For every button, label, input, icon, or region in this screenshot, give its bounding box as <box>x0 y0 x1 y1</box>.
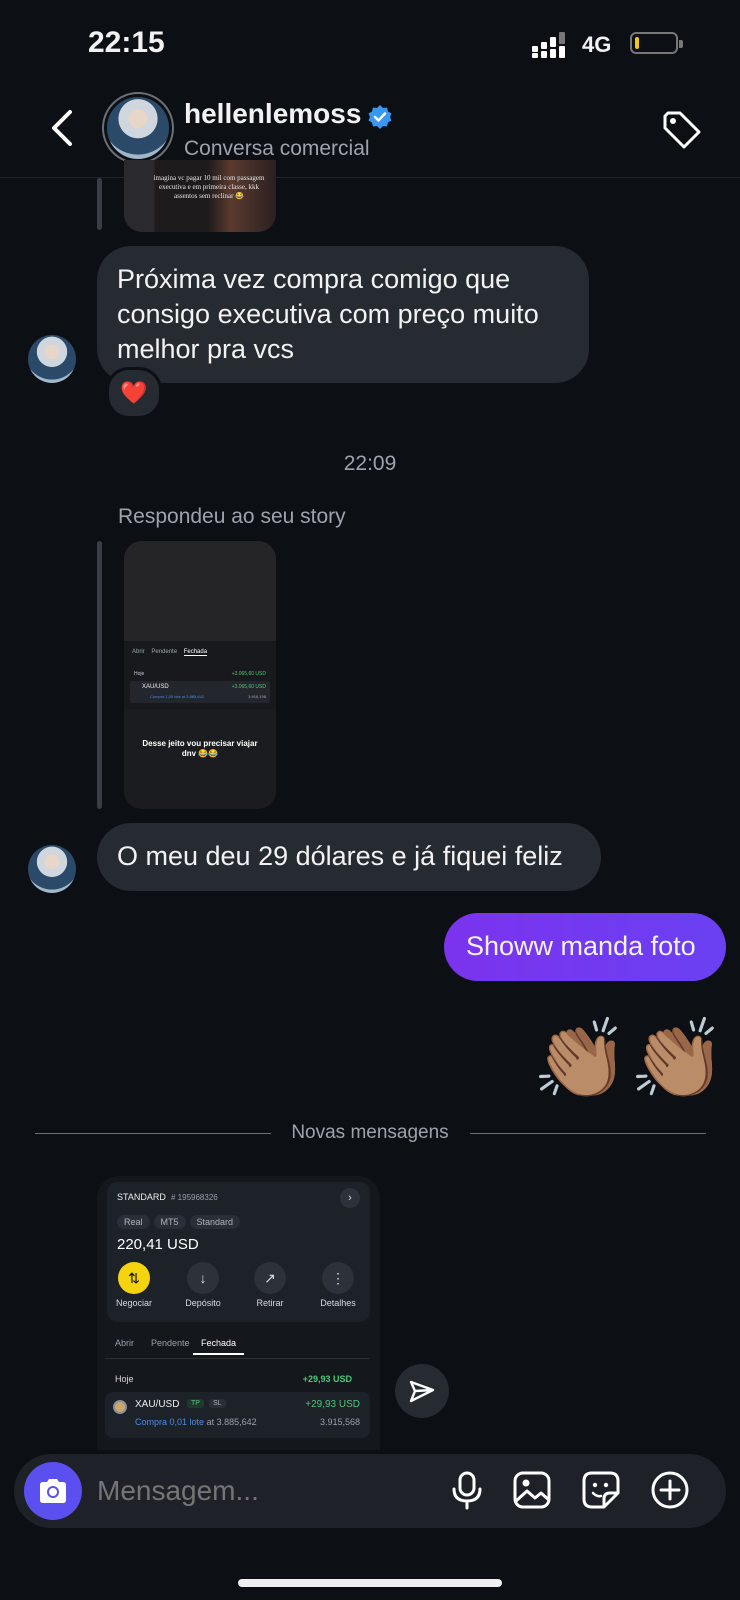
camera-button[interactable] <box>24 1462 82 1520</box>
story-caption-top: imagina vc pagar 10 mil com passagem exe… <box>153 174 265 200</box>
message-text: Próxima vez compra comigo que consigo ex… <box>117 264 539 364</box>
story-detail: Compra 1,00 lote at 3.885,642 <box>150 694 205 699</box>
verified-badge-icon <box>368 105 392 129</box>
story-detail-price: 3.916,198 <box>248 694 266 699</box>
card-pair-value: +29,93 USD <box>305 1399 360 1410</box>
card-close-price: 3.915,568 <box>319 1417 360 1427</box>
story-pair-value: +3.065,60 USD <box>231 684 266 690</box>
card-tab: Pendente <box>151 1338 190 1348</box>
message-input[interactable] <box>95 1468 419 1514</box>
story-today: Hoje <box>134 671 145 677</box>
reply-bar <box>97 541 102 809</box>
network-type: 4G <box>582 32 612 57</box>
clap-emoji-message[interactable]: 👏🏽👏🏽 <box>532 1014 726 1104</box>
share-icon <box>409 1380 435 1403</box>
message-timestamp: 22:09 <box>343 452 397 475</box>
home-indicator <box>238 1579 502 1587</box>
card-tab-active: Fechada <box>193 1338 245 1355</box>
story-pair: XAU/USD <box>142 684 169 690</box>
account-type: STANDARD <box>117 1192 166 1202</box>
story-tab: Abrir <box>132 649 145 655</box>
share-button[interactable] <box>395 1364 449 1418</box>
card-today-label: Hoje <box>115 1374 134 1384</box>
story-tab: Fechada <box>183 649 208 656</box>
card-tab: Abrir <box>115 1338 135 1348</box>
action-trade[interactable]: ⇅ Negociar <box>104 1262 164 1308</box>
card-pair: XAU/USD <box>135 1399 180 1410</box>
story-caption: Desse jeito vou precisar viajar dnv 😂😂 <box>142 739 258 758</box>
status-time: 22:15 <box>88 26 165 59</box>
divider-line <box>35 1133 271 1134</box>
message-text: O meu deu 29 dólares e já fiquei feliz <box>117 841 563 871</box>
story-today-value: +3.065,60 USD <box>231 671 266 677</box>
back-icon[interactable] <box>48 108 76 148</box>
chevron-right-icon[interactable]: › <box>340 1188 360 1208</box>
account-chip: MT5 <box>153 1215 186 1229</box>
card-today-value: +29,93 USD <box>302 1374 352 1384</box>
tp-chip: TP <box>187 1399 204 1408</box>
story-thumbnail[interactable]: Abrir Pendente Fechada Hoje +3.065,60 US… <box>124 541 276 809</box>
header-divider <box>0 177 740 178</box>
action-deposit[interactable]: ↓ Depósito <box>173 1262 233 1308</box>
story-reply-label: Respondeu ao seu story <box>118 505 346 528</box>
message-bubble-received[interactable]: Próxima vez compra comigo que consigo ex… <box>97 246 589 383</box>
mic-icon[interactable] <box>447 1470 487 1510</box>
sender-avatar[interactable] <box>28 845 76 893</box>
account-id: # 195968326 <box>171 1193 218 1202</box>
profile-avatar[interactable] <box>107 97 169 159</box>
battery-icon <box>630 32 683 54</box>
action-withdraw[interactable]: ↗ Retirar <box>240 1262 300 1308</box>
account-balance: 220,41 USD <box>117 1236 199 1253</box>
reply-bar <box>97 178 102 230</box>
reaction-badge[interactable]: ❤️ <box>106 367 162 419</box>
heart-reaction: ❤️ <box>120 380 148 405</box>
tag-icon[interactable] <box>660 108 704 152</box>
sl-chip: SL <box>209 1399 226 1408</box>
message-bubble-received[interactable]: O meu deu 29 dólares e já fiquei feliz <box>97 823 601 891</box>
message-bubble-sent[interactable]: Showw manda foto <box>444 913 726 981</box>
account-chip: Real <box>117 1215 150 1229</box>
signal-icon <box>532 32 565 58</box>
story-tab: Pendente <box>151 649 178 655</box>
new-messages-divider: Novas mensagens <box>291 1122 449 1143</box>
profile-username[interactable]: hellenlemoss <box>184 98 361 130</box>
gallery-icon[interactable] <box>512 1470 552 1510</box>
coin-icon <box>113 1400 127 1414</box>
sticker-icon[interactable] <box>581 1470 621 1510</box>
account-chip: Standard <box>189 1215 241 1229</box>
sender-avatar[interactable] <box>28 335 76 383</box>
card-detail-prefix: Compra 0,01 lote <box>135 1417 205 1427</box>
card-detail-at: at 3.885,642 <box>206 1417 257 1427</box>
story-thumbnail-top[interactable]: imagina vc pagar 10 mil com passagem exe… <box>124 160 276 232</box>
image-message[interactable]: STANDARD # 195968326 › Real MT5 Standard 2… <box>97 1176 380 1450</box>
action-details[interactable]: ⋮ Detalhes <box>308 1262 368 1308</box>
plus-icon[interactable] <box>650 1470 690 1510</box>
message-text: Showw manda foto <box>466 931 696 961</box>
camera-icon <box>40 1479 66 1503</box>
profile-subtitle: Conversa comercial <box>184 137 370 160</box>
divider-line <box>470 1133 706 1134</box>
